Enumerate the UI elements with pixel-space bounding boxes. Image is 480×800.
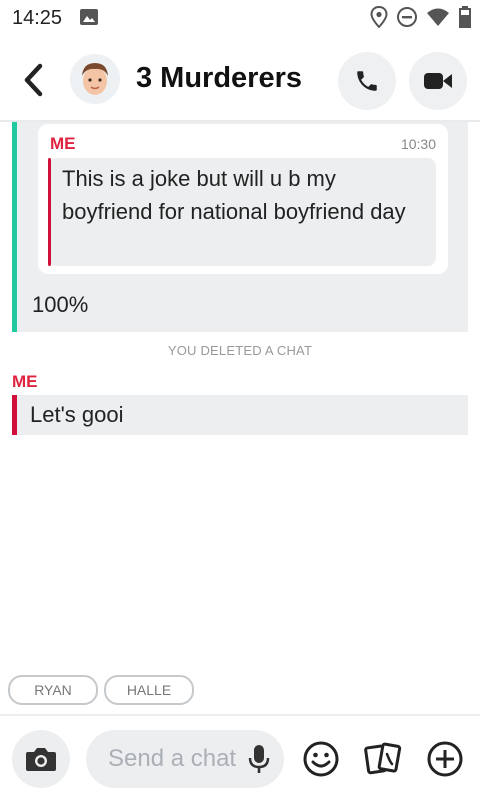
video-camera-icon (424, 73, 452, 89)
battery-icon (459, 6, 471, 28)
quoted-message-text: This is a joke but will u b my boyfriend… (62, 166, 406, 224)
chat-message-text: Let's gooi (30, 402, 124, 427)
quoted-message-card[interactable]: ME 10:30 This is a joke but will u b my … (38, 124, 448, 274)
camera-button[interactable] (12, 730, 70, 788)
quoted-sender-label: ME (50, 134, 76, 153)
status-time: 14:25 (12, 7, 63, 29)
status-bar: 14:25 (0, 0, 480, 36)
location-icon (370, 6, 388, 28)
quoted-timestamp: 10:30 (400, 136, 436, 152)
friend-accent-bar (12, 122, 17, 332)
group-avatar[interactable] (70, 54, 120, 104)
quoted-message-bubble: This is a joke but will u b my boyfriend… (48, 158, 436, 266)
phone-icon (357, 71, 377, 91)
do-not-disturb-icon (397, 7, 417, 27)
video-call-button[interactable] (409, 52, 467, 110)
plus-icon[interactable] (426, 740, 464, 778)
emoji-icon[interactable] (302, 740, 340, 778)
message-sender-label: ME (12, 372, 38, 391)
chat-header: 3 Murderers (0, 40, 480, 120)
microphone-icon[interactable] (248, 744, 270, 774)
chat-title[interactable]: 3 Murderers (136, 62, 302, 95)
message-accent-bar (12, 395, 17, 435)
deleted-chat-notice: YOU DELETED A CHAT (167, 343, 313, 358)
cards-icon[interactable] (364, 740, 402, 778)
camera-icon (26, 748, 56, 771)
chat-message[interactable]: Let's gooi (12, 395, 468, 435)
composer-divider (0, 714, 480, 716)
quoted-reply-message[interactable]: ME 10:30 This is a joke but will u b my … (12, 122, 468, 332)
participant-chip-ryan[interactable]: RYAN (8, 675, 98, 705)
reply-message-text: 100% (32, 292, 89, 317)
gallery-notification-icon (80, 9, 98, 25)
participant-chip-halle[interactable]: HALLE (104, 675, 194, 705)
quoted-accent-bar (48, 158, 51, 266)
status-icons (370, 6, 472, 28)
wifi-icon (427, 8, 449, 26)
voice-call-button[interactable] (338, 52, 396, 110)
back-arrow-icon[interactable] (20, 62, 48, 98)
bitmoji-avatar-icon (70, 54, 120, 104)
